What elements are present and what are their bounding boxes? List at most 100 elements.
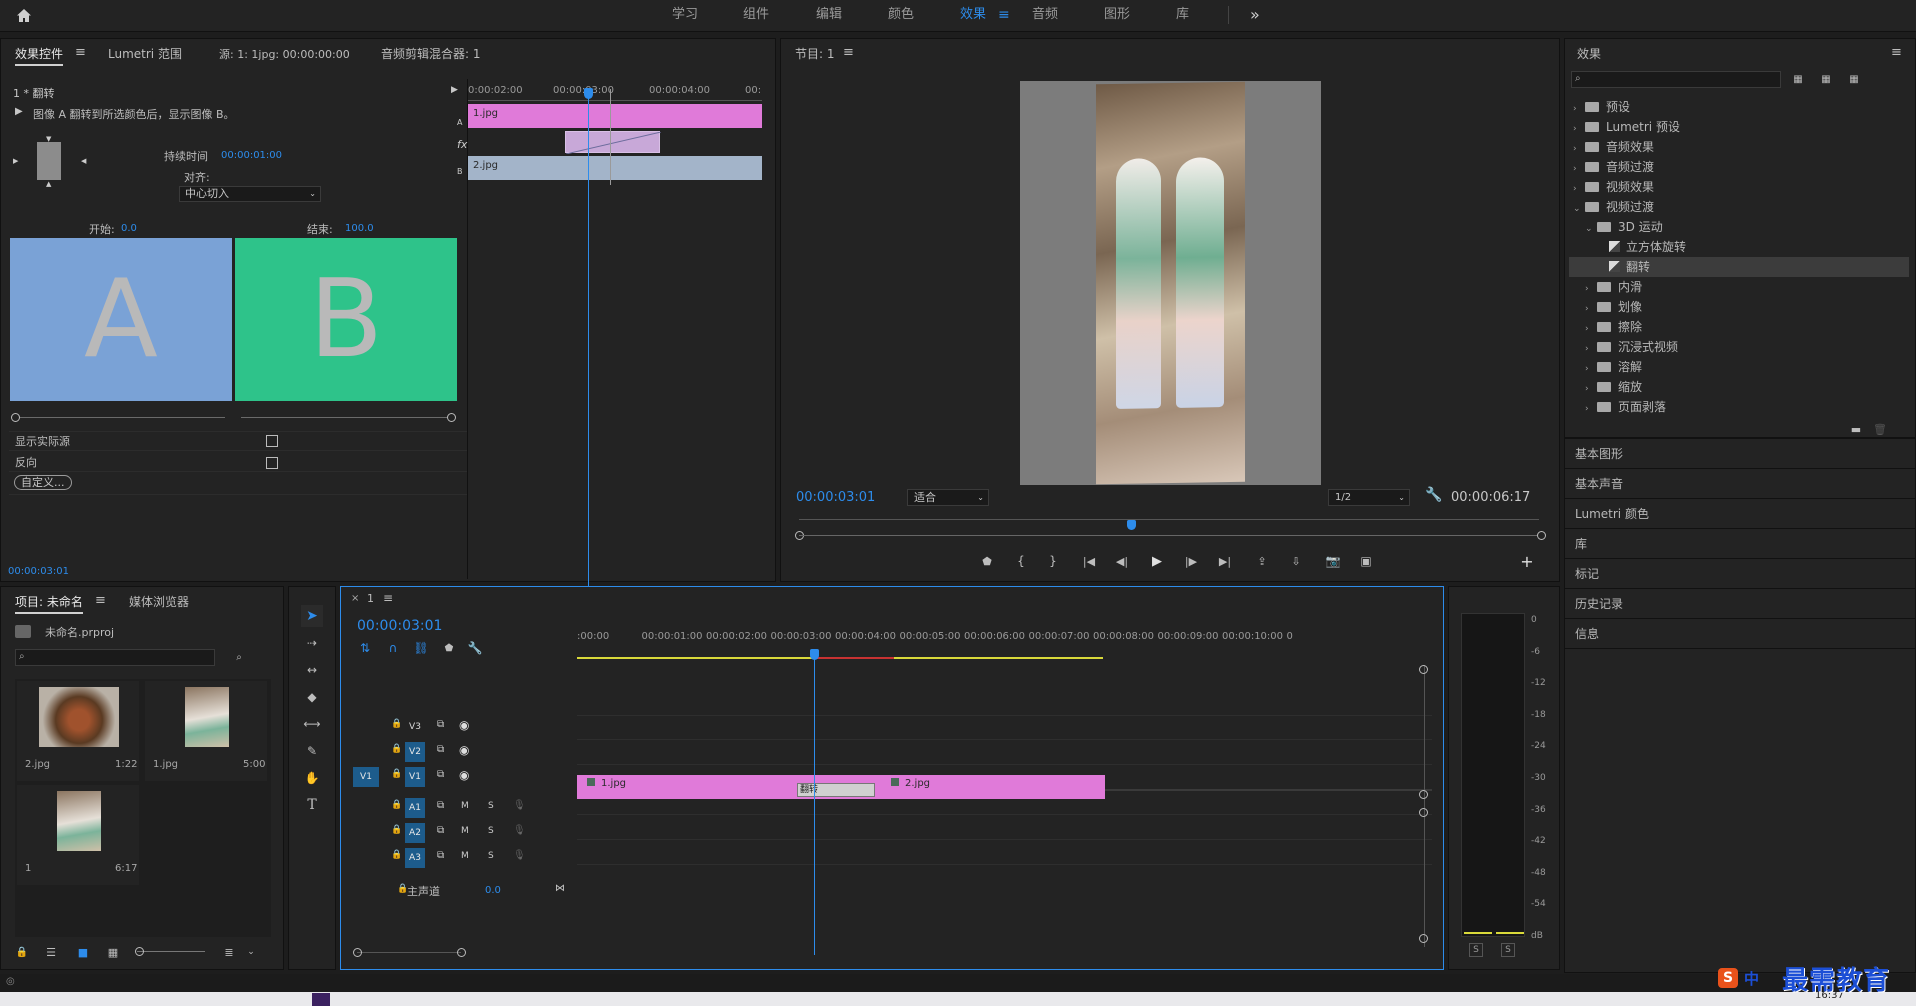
sync-lock-icon[interactable]: ⧉ [437,850,444,861]
anchor-south-icon[interactable]: ▲ [46,180,51,188]
settings-wrench-icon[interactable]: 🔧 [467,640,483,656]
workspace-effects[interactable]: 效果 [960,0,986,30]
section-libraries[interactable]: 库 [1565,529,1915,559]
effects-tree-item[interactable]: 立方体旋转 [1569,237,1909,257]
ripple-edit-icon[interactable]: ↔ [301,659,323,681]
track-toggle-a2[interactable]: A2 [405,823,425,843]
fit-dropdown[interactable]: 适合 ⌄ [907,489,989,506]
mini-playhead[interactable] [588,89,589,587]
effects-search-input[interactable]: ⌕ [1571,71,1781,88]
eye-icon[interactable]: ◉ [459,768,469,782]
sync-lock-icon[interactable]: ⧉ [437,719,444,730]
mini-playhead-handle[interactable] [584,88,593,99]
end-value[interactable]: 100.0 [345,223,374,234]
mute-button[interactable]: M [461,851,469,861]
v-scroll-handle-top[interactable] [1419,665,1428,674]
list-view-icon[interactable]: ☰ [43,945,59,959]
pen-tool-icon[interactable]: ✎ [301,740,323,762]
export-frame-icon[interactable]: 📷 [1324,553,1342,569]
end-slider[interactable] [241,417,451,418]
panel-menu-icon[interactable]: ≡ [1891,45,1902,60]
program-timecode[interactable]: 00:00:03:01 [796,490,875,505]
tab-menu-icon[interactable]: ≡ [75,45,86,60]
timeline-tab[interactable]: 1 [367,592,374,605]
v-scroll-handle-bottom[interactable] [1419,934,1428,943]
eye-icon[interactable]: ◉ [459,743,469,757]
mark-out-icon[interactable]: } [1045,553,1061,569]
find-icon[interactable]: ⌕ [231,650,247,664]
chevron-down-icon[interactable]: ⌄ [1573,199,1585,219]
lock-icon[interactable]: 🔒 [391,850,402,860]
selection-tool-icon[interactable]: ➤ [301,605,323,627]
chevron-right-icon[interactable]: › [1585,359,1597,379]
lift-icon[interactable]: ⇪ [1253,553,1271,569]
chevron-right-icon[interactable]: › [1585,279,1597,299]
effects-tree-item[interactable]: › 视频效果 [1569,177,1909,197]
workspace-graphics[interactable]: 图形 [1104,0,1130,30]
hand-tool-icon[interactable]: ✋ [301,767,323,789]
section-info[interactable]: 信息 [1565,619,1915,649]
start-slider[interactable] [15,417,225,418]
tab-effect-controls[interactable]: 效果控件 [15,45,64,66]
section-essential-graphics[interactable]: 基本图形 [1565,439,1915,469]
tab-project[interactable]: 项目: 未命名 [15,593,83,614]
program-zoom-right[interactable] [1537,531,1546,540]
sync-lock-icon[interactable]: ⧉ [437,769,444,780]
duration-value[interactable]: 00:00:01:00 [221,150,282,161]
timeline-clip-1[interactable]: 1.jpg [577,775,797,799]
workspace-audio[interactable]: 音频 [1032,0,1058,30]
accelerated-effects-icon[interactable]: ▦ [1789,72,1807,87]
track-select-icon[interactable]: ⇢ [301,632,323,654]
timeline-clip-2[interactable]: 2.jpg [881,775,1105,799]
mini-clip-a[interactable]: 1.jpg [468,104,762,128]
snap-icon[interactable]: ∩ [385,640,401,656]
workspace-libraries[interactable]: 库 [1176,0,1189,30]
track-toggle-v2[interactable]: V2 [405,742,425,762]
tab-media-browser[interactable]: 媒体浏览器 [129,593,189,610]
effects-tree-item[interactable]: ⌄ 视频过渡 [1569,197,1909,217]
project-item[interactable]: 1.jpg 5:00 [145,681,267,781]
solo-left-button[interactable]: S [1469,943,1483,957]
anchor-west-icon[interactable]: ▶ [13,157,18,165]
timeline-timecode[interactable]: 00:00:03:01 [357,618,442,634]
tab-source[interactable]: 源: 1: 1jpg: 00:00:00:00 [219,46,350,62]
wrench-icon[interactable]: 🔧 [1425,487,1442,503]
extract-icon[interactable]: ⇩ [1287,553,1305,569]
effects-tree-item[interactable]: › 内滑 [1569,277,1909,297]
solo-button[interactable]: S [488,801,494,811]
panel-menu-icon[interactable]: ≡ [383,591,393,605]
32bit-effects-icon[interactable]: ▦ [1817,72,1835,87]
section-history[interactable]: 历史记录 [1565,589,1915,619]
v-scroll-handle-mid2[interactable] [1419,808,1428,817]
add-marker-icon[interactable]: ⬟ [441,640,457,656]
more-workspaces-icon[interactable]: » [1250,0,1260,30]
effects-tree-item[interactable]: ⌄ 3D 运动 [1569,217,1909,237]
solo-button[interactable]: S [488,851,494,861]
lock-icon[interactable]: 🔒 [391,825,402,835]
timeline-transition[interactable]: 翻转 [797,783,875,797]
effects-title[interactable]: 效果 [1577,45,1601,62]
zoom-slider-handle[interactable] [135,947,144,956]
workspace-menu-icon[interactable]: ≡ [998,0,1010,30]
mini-clip-b[interactable]: 2.jpg [468,156,762,180]
program-playhead[interactable] [1127,520,1136,530]
section-lumetri-color[interactable]: Lumetri 颜色 [1565,499,1915,529]
add-marker-icon[interactable]: ⬟ [979,553,995,569]
panel-menu-icon[interactable]: ≡ [843,45,854,60]
chevron-right-icon[interactable]: › [1585,339,1597,359]
horizontal-scrollbar[interactable] [357,952,461,953]
track-toggle-a3[interactable]: A3 [405,848,425,868]
custom-button[interactable]: 自定义... [14,475,72,490]
master-value[interactable]: 0.0 [485,885,501,896]
project-item[interactable]: 2.jpg 1:22 [17,681,139,781]
mute-button[interactable]: M [461,801,469,811]
h-scroll-handle-right[interactable] [457,948,466,957]
lock-icon[interactable]: 🔒 [391,719,402,729]
icon-view-icon[interactable]: ■ [75,945,91,959]
step-back-icon[interactable]: ◀| [1114,553,1130,569]
project-search-input[interactable]: ⌕ [15,649,215,666]
master-jump-icon[interactable]: ⋈ [555,883,565,894]
section-essential-sound[interactable]: 基本声音 [1565,469,1915,499]
mini-transition[interactable] [565,131,662,155]
slip-tool-icon[interactable]: ⟷ [301,713,323,735]
